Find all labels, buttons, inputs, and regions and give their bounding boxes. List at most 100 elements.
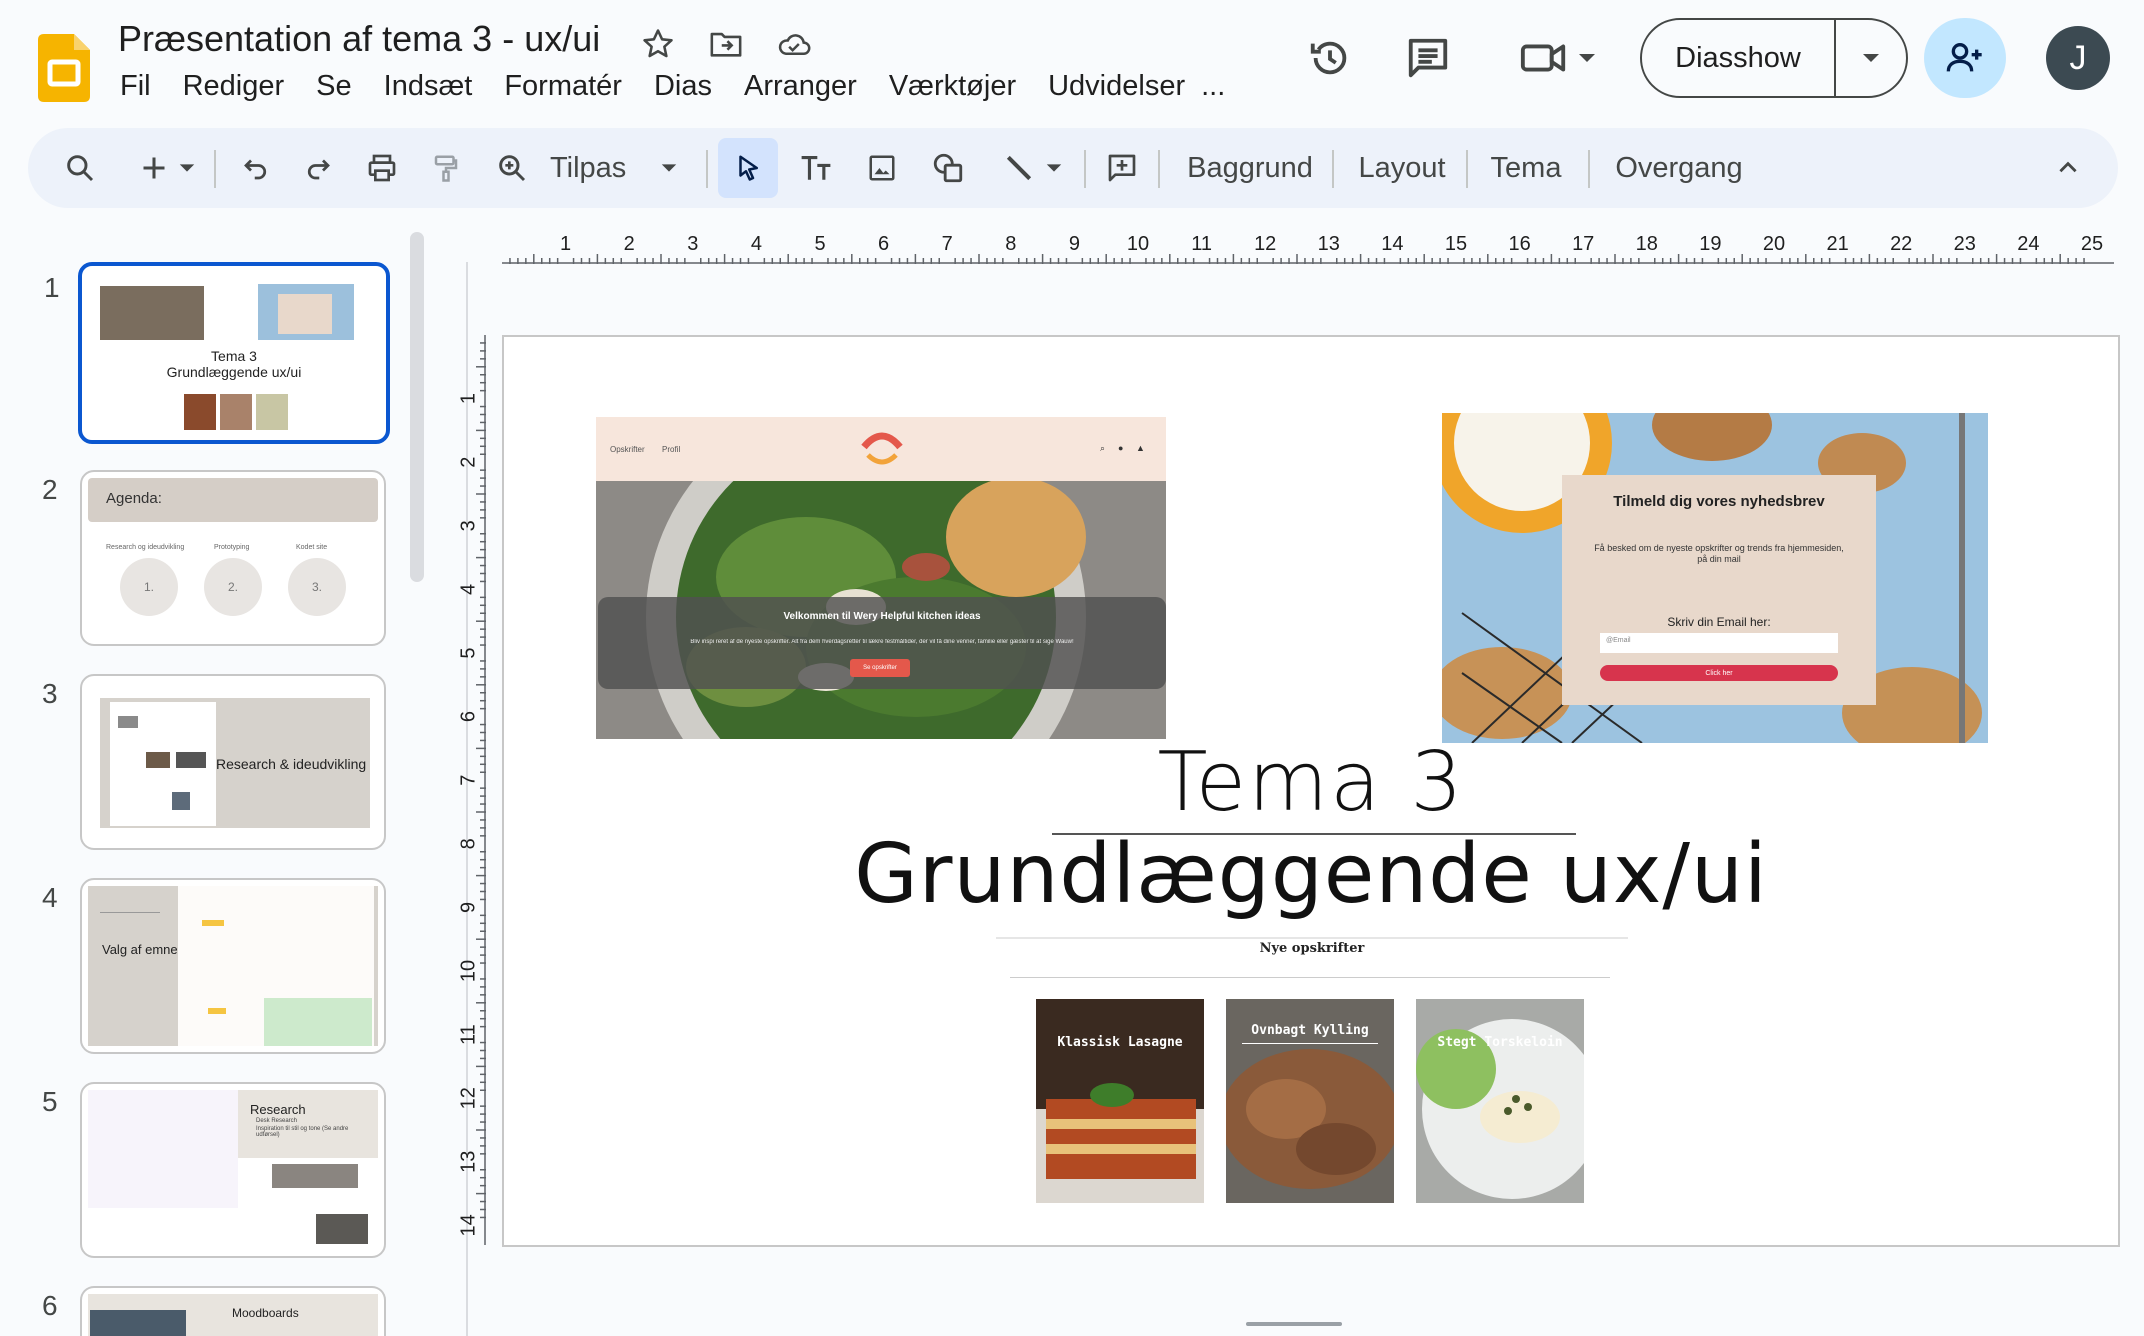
meet-video-icon[interactable]: [1508, 28, 1608, 88]
menu-format[interactable]: Formatér: [504, 70, 622, 103]
collapse-toolbar-icon[interactable]: [2040, 128, 2096, 208]
ruler-label: 2: [457, 457, 479, 468]
chevron-down-icon: [1046, 164, 1062, 172]
nav-link[interactable]: Profil: [662, 445, 680, 454]
cloud-saved-icon[interactable]: [774, 24, 814, 64]
vertical-ruler[interactable]: 1234567891011121314: [452, 335, 486, 1245]
speaker-notes-handle[interactable]: [1246, 1322, 1342, 1326]
ruler-label: 2: [624, 233, 635, 255]
background-button[interactable]: Baggrund: [1170, 128, 1330, 208]
slide-title[interactable]: Tema 3: [504, 735, 2118, 830]
slide-thumbnail-4[interactable]: Valg af emne: [80, 878, 386, 1054]
menu-more[interactable]: ...: [1201, 70, 1225, 103]
cart-icon[interactable]: ▲: [1136, 443, 1145, 453]
thumb-title: Valg af emne: [102, 942, 178, 957]
slideshow-options-dropdown[interactable]: [1836, 20, 1906, 96]
transition-button[interactable]: Overgang: [1604, 128, 1754, 208]
document-title[interactable]: Præsentation af tema 3 - ux/ui: [118, 18, 600, 60]
ruler-label: 6: [878, 233, 889, 255]
menu-file[interactable]: Fil: [120, 70, 151, 103]
recipe-card[interactable]: Stegt Torskeloin: [1416, 999, 1584, 1203]
hero-navbar: Opskrifter Profil ⌕ ● ▲: [596, 417, 1166, 481]
ruler-label: 24: [2017, 233, 2039, 255]
menu-insert[interactable]: Indsæt: [384, 70, 473, 103]
ruler-label: 13: [457, 1151, 479, 1173]
slide-subtitle[interactable]: Grundlæggende ux/ui: [504, 827, 2118, 922]
slide-thumbnail-3[interactable]: Research & ideudvikling: [80, 674, 386, 850]
newsletter-body: Få besked om de nyeste opskrifter og tre…: [1594, 543, 1844, 564]
recipe-card[interactable]: Ovnbagt Kylling: [1226, 999, 1394, 1203]
menu-extensions[interactable]: Udvidelser: [1048, 70, 1185, 103]
profile-icon[interactable]: ●: [1118, 443, 1123, 453]
line-tool-button[interactable]: [988, 128, 1078, 208]
layout-button[interactable]: Layout: [1348, 128, 1456, 208]
comments-icon[interactable]: [1398, 28, 1458, 88]
star-icon[interactable]: [638, 24, 678, 64]
undo-icon[interactable]: [228, 128, 284, 208]
recipe-card[interactable]: Klassisk Lasagne: [1036, 999, 1204, 1203]
move-folder-icon[interactable]: [706, 24, 746, 64]
line-icon: [1006, 155, 1032, 181]
ruler-label: 5: [457, 647, 479, 658]
zoom-icon[interactable]: [484, 128, 540, 208]
add-comment-icon[interactable]: [1094, 128, 1150, 208]
recipes-screenshot[interactable]: Nye opskrifter Klassisk Lasagne Ovnbagt …: [996, 937, 1628, 1245]
slide-number: 1: [44, 272, 60, 303]
thumb-title: Research: [250, 1102, 306, 1117]
newsletter-email-input[interactable]: @Email: [1600, 633, 1838, 653]
ruler-label: 7: [457, 775, 479, 786]
ruler-label: 1: [457, 393, 479, 404]
menu-edit[interactable]: Rediger: [183, 70, 285, 103]
slide-thumbnail-5[interactable]: Research Desk Research Inspiration til s…: [80, 1082, 386, 1258]
ruler-label: 12: [1254, 233, 1276, 255]
ruler-label: 17: [1572, 233, 1594, 255]
hero-screenshot[interactable]: Opskrifter Profil ⌕ ● ▲ Velkommen til We…: [596, 417, 1166, 739]
newsletter-screenshot[interactable]: Tilmeld dig vores nyhedsbrev Få besked o…: [1442, 413, 1988, 743]
ruler-label: 9: [1069, 233, 1080, 255]
new-slide-button[interactable]: [128, 128, 208, 208]
theme-button[interactable]: Tema: [1478, 128, 1574, 208]
ruler-label: 3: [687, 233, 698, 255]
redo-icon[interactable]: [290, 128, 346, 208]
version-history-icon[interactable]: [1300, 28, 1360, 88]
filmstrip-scrollbar[interactable]: [410, 232, 424, 582]
search-menus-icon[interactable]: [52, 128, 108, 208]
ruler-label: 19: [1699, 233, 1721, 255]
slide-thumbnail-1[interactable]: Tema 3 Grundlæggende ux/ui: [78, 262, 390, 444]
slide-thumbnail-6[interactable]: Moodboards: [80, 1286, 386, 1336]
wun-food-logo: [860, 429, 904, 469]
share-button[interactable]: [1924, 18, 2006, 98]
print-icon[interactable]: [354, 128, 410, 208]
menu-slide[interactable]: Dias: [654, 70, 712, 103]
menu-arrange[interactable]: Arranger: [744, 70, 857, 103]
paint-format-icon[interactable]: [418, 128, 474, 208]
shape-icon[interactable]: [920, 128, 976, 208]
select-tool-icon[interactable]: [718, 138, 778, 198]
ruler-label: 14: [457, 1214, 479, 1236]
ruler-label: 10: [457, 960, 479, 982]
slide-thumbnail-2[interactable]: Agenda: Research og ideudvikling Prototy…: [80, 470, 386, 646]
ruler-label: 23: [1954, 233, 1976, 255]
avatar[interactable]: J: [2046, 26, 2110, 90]
ruler-label: 9: [457, 902, 479, 913]
hero-heading: Velkommen til Wery Helpful kitchen ideas: [783, 611, 981, 622]
zoom-select[interactable]: Tilpas: [550, 128, 710, 208]
thumb-title: Tema 3: [211, 348, 257, 364]
search-icon[interactable]: ⌕: [1100, 443, 1105, 454]
slideshow-button[interactable]: Diasshow: [1642, 20, 1836, 96]
slides-logo-icon[interactable]: [38, 34, 90, 102]
chevron-down-icon: [179, 164, 195, 172]
chevron-down-icon: [1579, 54, 1595, 62]
slide-canvas[interactable]: Opskrifter Profil ⌕ ● ▲ Velkommen til We…: [502, 335, 2120, 1247]
menu-bar: Fil Rediger Se Indsæt Formatér Dias Arra…: [120, 70, 1257, 103]
insert-image-icon[interactable]: [854, 128, 910, 208]
hero-cta-button[interactable]: Se opskrifter: [850, 659, 910, 677]
recipe-card-title: Ovnbagt Kylling: [1242, 1023, 1378, 1044]
text-box-icon[interactable]: [788, 128, 844, 208]
menu-tools[interactable]: Værktøjer: [889, 70, 1016, 103]
horizontal-ruler[interactable]: 1 2 3 4 5 6 7 8 9 10 11 12 13 14 15 16 17 18 19 20 21 22 23 24 2…: [502, 230, 2114, 264]
chevron-down-icon: [1863, 54, 1879, 62]
menu-view[interactable]: Se: [316, 70, 351, 103]
newsletter-submit-button[interactable]: Click her: [1600, 665, 1838, 681]
nav-link[interactable]: Opskrifter: [610, 445, 645, 454]
